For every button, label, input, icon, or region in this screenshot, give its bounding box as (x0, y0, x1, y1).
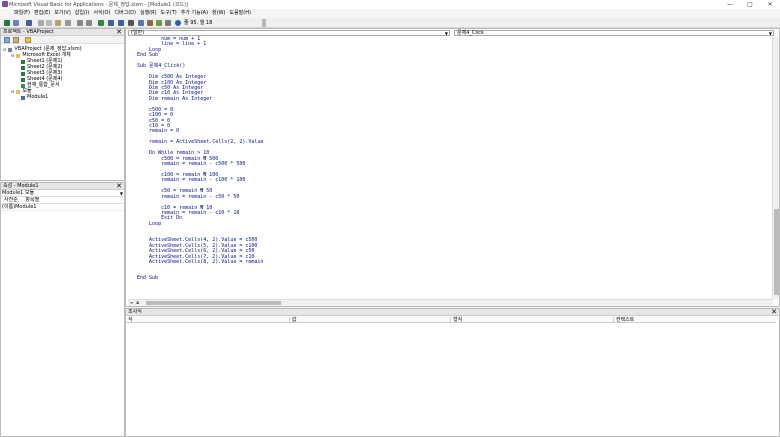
menu-view[interactable]: 보기(V) (52, 9, 73, 18)
sheet-icon (21, 77, 25, 82)
view-code-icon[interactable] (4, 37, 10, 43)
toggle-folders-icon[interactable] (25, 37, 31, 43)
chevron-down-icon: ▼ (119, 191, 123, 196)
paste-icon[interactable] (55, 20, 61, 26)
property-row-name[interactable]: (이름)Module1 (1, 204, 124, 211)
chevron-down-icon: ▼ (768, 31, 772, 36)
vertical-scroll-thumb[interactable] (774, 209, 779, 295)
project-toolbar (1, 36, 124, 44)
watch-title: 조사식 ✕ (126, 308, 779, 316)
menu-format[interactable]: 서식(O) (91, 9, 112, 18)
properties-tabs: 사전순 항목별 (1, 197, 124, 204)
collapse-icon[interactable]: ⊟ (3, 47, 6, 52)
close-icon[interactable]: ✕ (771, 308, 777, 316)
menu-window[interactable]: 창(W) (210, 9, 227, 18)
code-window: (일반) ▼ 문제4_Click ▼ num = num + 1 line = … (125, 28, 780, 307)
find-icon[interactable] (65, 20, 71, 26)
redo-icon[interactable] (86, 20, 92, 26)
close-button[interactable]: ✕ (760, 0, 780, 9)
properties-window: 속성 - Module1 ✕ Module1 모듈 ▼ 사전순 항목별 (이름)… (0, 182, 125, 437)
insert-module-icon[interactable] (13, 20, 19, 26)
design-mode-icon[interactable] (128, 20, 134, 26)
code-line[interactable]: End Sub (137, 275, 771, 281)
toolbox-icon[interactable] (165, 20, 171, 26)
column-value[interactable]: 값 (289, 317, 449, 323)
menu-help[interactable]: 도움말(H) (227, 9, 252, 18)
cursor-position: 줄 95, 열 18 (184, 20, 213, 26)
menu-insert[interactable]: 삽입(I) (73, 9, 92, 18)
module-icon (21, 95, 25, 100)
properties-icon[interactable] (147, 20, 153, 26)
menu-debug[interactable]: 디버그(D) (112, 9, 138, 18)
procedure-view-icon[interactable]: ≡ (130, 300, 135, 306)
menu-bar: 파일(F) 편집(E) 보기(V) 삽입(I) 서식(O) 디버그(D) 실행(R) 도구(T… (0, 9, 780, 18)
chevron-down-icon: ▼ (444, 31, 448, 36)
vba-app-icon (2, 1, 8, 7)
project-explorer-icon[interactable] (138, 20, 144, 26)
menu-run[interactable]: 실행(R) (138, 9, 159, 18)
collapse-icon[interactable]: ⊟ (11, 89, 14, 94)
help-icon[interactable] (175, 20, 181, 26)
folder-icon (16, 89, 21, 94)
menu-file[interactable]: 파일(F) (12, 9, 32, 18)
sheet-icon (21, 59, 25, 64)
horizontal-scrollbar[interactable]: ≡ ≣ (128, 299, 773, 306)
project-explorer: 프로젝트 - VBAProject ✕ ⊟ VBAProject (문제_정답.x… (0, 28, 125, 181)
watch-header: 식 값 형식 컨텍스트 (126, 317, 776, 323)
collapse-icon[interactable]: ⊟ (11, 53, 14, 58)
toolbar-grip[interactable] (262, 19, 266, 27)
save-icon[interactable] (26, 20, 32, 26)
tab-alphabetic[interactable]: 사전순 (1, 197, 21, 204)
menu-tools[interactable]: 도구(T) (159, 9, 179, 18)
window-title: Microsoft Visual Basic for Applications … (9, 2, 188, 8)
run-icon[interactable] (98, 20, 104, 26)
object-dropdown[interactable]: Module1 모듈 ▼ (1, 190, 124, 197)
title-bar: Microsoft Visual Basic for Applications … (0, 0, 780, 9)
properties-title: 속성 - Module1 ✕ (1, 182, 124, 190)
project-explorer-title: 프로젝트 - VBAProject ✕ (1, 28, 124, 36)
workbook-icon (21, 83, 25, 88)
full-module-view-icon[interactable]: ≣ (136, 300, 141, 306)
folder-icon (16, 53, 21, 58)
watch-window: 조사식 ✕ 식 값 형식 컨텍스트 (125, 308, 780, 437)
reset-icon[interactable] (118, 20, 124, 26)
vba-small-icon (0, 12, 12, 14)
menu-edit[interactable]: 편집(E) (32, 9, 52, 18)
excel-icon[interactable] (4, 20, 10, 26)
copy-icon[interactable] (46, 20, 52, 26)
minimize-button[interactable]: — (720, 0, 740, 9)
column-expression[interactable]: 식 (126, 317, 291, 323)
column-type[interactable]: 형식 (450, 317, 613, 323)
view-object-icon[interactable] (13, 37, 19, 43)
tab-categorized[interactable]: 항목별 (22, 197, 42, 204)
maximize-button[interactable]: □ (740, 0, 760, 9)
procedure-combo[interactable]: 문제4_Click ▼ (454, 30, 774, 36)
code-editor[interactable]: num = num + 1 line = line + 1 Loop End Su… (137, 36, 771, 299)
close-icon[interactable]: ✕ (116, 182, 122, 190)
vertical-scrollbar[interactable] (772, 37, 779, 299)
tree-node-module1[interactable]: Module1 (21, 95, 48, 100)
object-browser-icon[interactable] (156, 20, 162, 26)
cut-icon[interactable] (38, 20, 44, 26)
break-icon[interactable] (108, 20, 114, 26)
sheet-icon (21, 65, 25, 70)
undo-icon[interactable] (77, 20, 83, 26)
sheet-icon (21, 71, 25, 76)
horizontal-scroll-thumb[interactable] (146, 301, 281, 305)
close-icon[interactable]: ✕ (116, 28, 122, 36)
standard-toolbar: 줄 95, 열 18 (0, 18, 780, 28)
menu-addins[interactable]: 추가 기능(A) (179, 9, 210, 18)
column-context[interactable]: 컨텍스트 (613, 317, 776, 323)
project-icon (8, 47, 13, 52)
